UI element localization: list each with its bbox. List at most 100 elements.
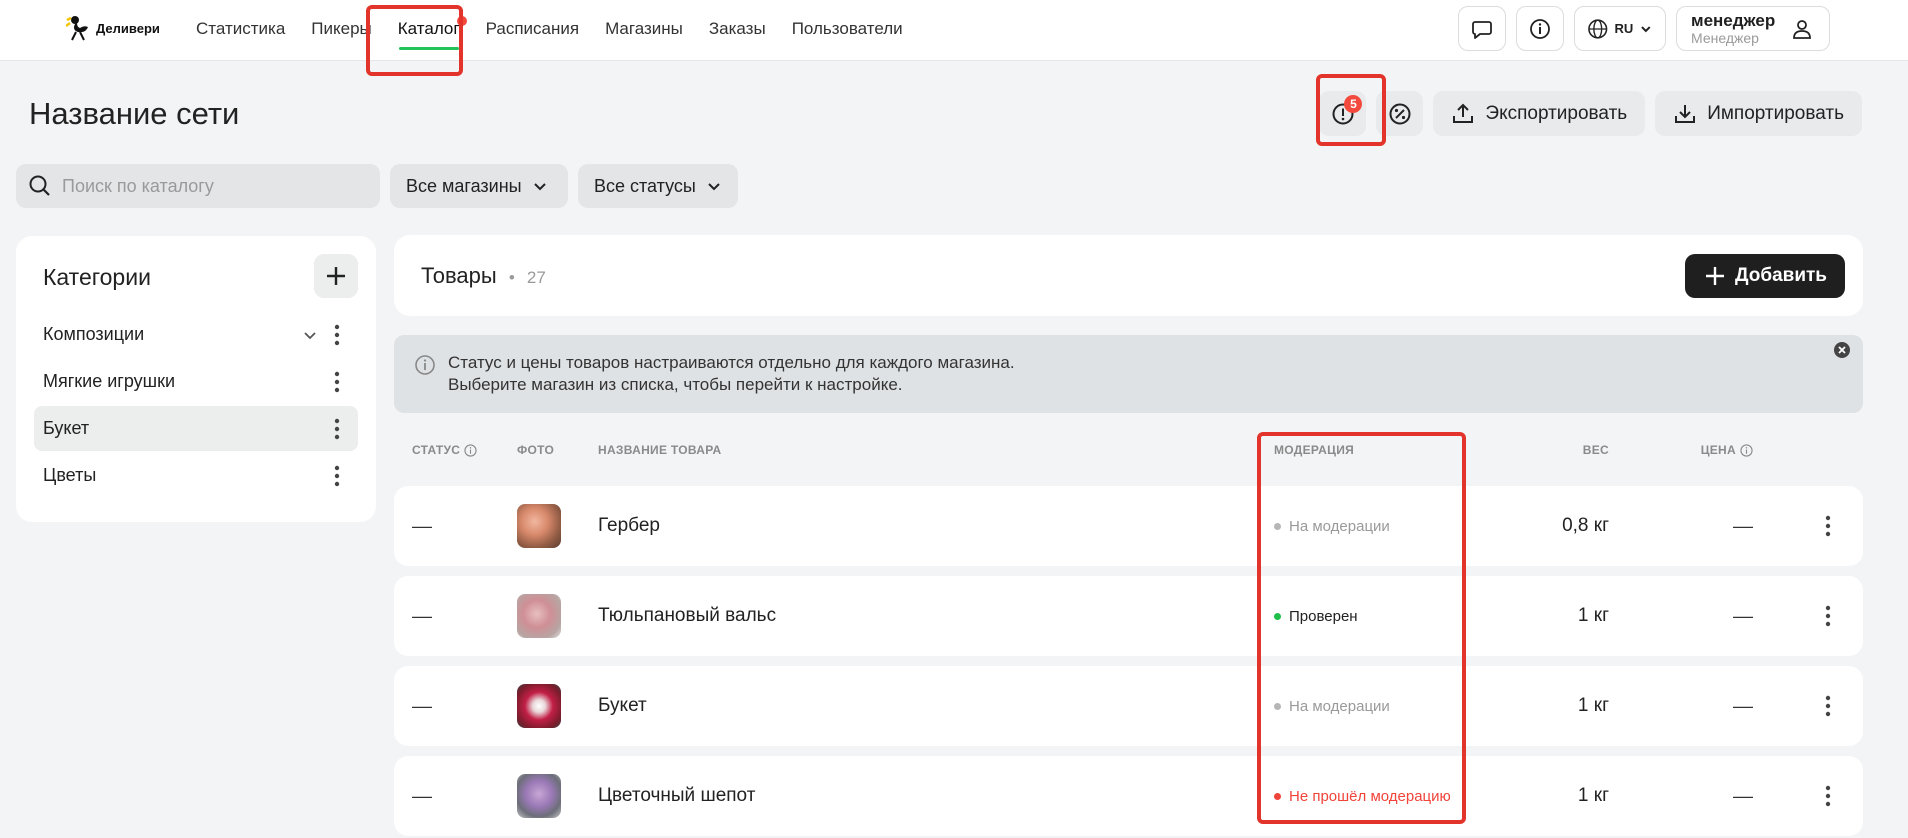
info-button[interactable] — [1516, 6, 1564, 51]
nav-item-schedules[interactable]: Расписания — [473, 0, 592, 60]
table-row[interactable]: –– Тюльпановый вальс Проверен 1 кг –– — [394, 576, 1863, 656]
row-price: –– — [1732, 695, 1753, 716]
moderation-label: Не прошёл модерацию — [1289, 787, 1451, 805]
nav-item-pickers[interactable]: Пикеры — [298, 0, 384, 60]
row-photo — [517, 576, 561, 656]
more-vertical-icon[interactable] — [334, 418, 340, 440]
table-row[interactable]: –– Гербер На модерации 0,8 кг –– — [394, 486, 1863, 566]
table-row[interactable]: –– Букет На модерации 1 кг –– — [394, 666, 1863, 746]
user-icon — [1793, 19, 1812, 39]
import-button[interactable]: Импортировать — [1655, 91, 1862, 136]
add-category-button[interactable] — [314, 254, 358, 298]
categories-title: Категории — [43, 264, 151, 290]
row-name: Цветочный шепот — [598, 785, 756, 806]
row-price: –– — [1732, 515, 1753, 536]
moderation-dot — [1274, 792, 1281, 800]
category-item[interactable]: Цветы — [34, 453, 358, 498]
chevron-down-icon — [708, 183, 720, 191]
chevron-down-icon — [1641, 25, 1651, 32]
status-filter-label: Все статусы — [594, 175, 696, 196]
row-status: –– — [412, 605, 433, 626]
row-moderation: На модерации — [1274, 666, 1390, 746]
user-role: Менеджер — [1691, 29, 1759, 46]
row-actions[interactable] — [1825, 486, 1831, 566]
add-product-label: Добавить — [1734, 265, 1827, 286]
info-icon — [415, 355, 435, 375]
user-name: менеджер — [1691, 10, 1776, 30]
column-photo: ФОТО — [517, 443, 555, 457]
row-weight: 0,8 кг — [1562, 515, 1609, 536]
chevron-down-icon[interactable] — [302, 327, 318, 343]
row-status: –– — [412, 515, 433, 536]
row-photo — [517, 666, 561, 746]
language-select[interactable]: RU — [1574, 6, 1666, 51]
close-icon[interactable] — [1833, 341, 1851, 359]
more-vertical-icon[interactable] — [334, 324, 340, 346]
discount-button[interactable] — [1376, 91, 1424, 136]
chat-button[interactable] — [1458, 6, 1506, 51]
row-moderation: На модерации — [1274, 486, 1390, 566]
nav-item-orders[interactable]: Заказы — [696, 0, 779, 60]
product-thumbnail — [517, 594, 561, 638]
top-bar: Деливери Статистика Пикеры Каталог Распи… — [0, 0, 1908, 61]
row-weight: 1 кг — [1577, 605, 1609, 626]
category-item-selected[interactable]: Букет — [34, 406, 358, 451]
nav-item-users[interactable]: Пользователи — [779, 0, 916, 60]
categories-panel: Категории Композиции Мягкие игрушки Буке… — [16, 236, 376, 522]
globe-icon — [1588, 18, 1608, 39]
row-actions[interactable] — [1825, 756, 1831, 836]
more-vertical-icon[interactable] — [334, 371, 340, 393]
category-item[interactable]: Мягкие игрушки — [34, 359, 358, 404]
info-line-1: Статус и цены товаров настраиваются отде… — [448, 353, 1015, 372]
search-input[interactable] — [62, 175, 362, 197]
stores-filter[interactable]: Все магазины — [390, 164, 568, 208]
catalog-search[interactable] — [16, 164, 380, 208]
category-label: Цветы — [43, 465, 97, 485]
category-item[interactable]: Композиции — [34, 312, 358, 357]
row-actions[interactable] — [1825, 666, 1831, 746]
header-controls: RU менеджер Менеджер — [1458, 6, 1830, 51]
plus-icon — [327, 267, 345, 285]
status-filter[interactable]: Все статусы — [578, 164, 738, 208]
download-icon — [1675, 104, 1696, 123]
row-name: Гербер — [598, 515, 660, 536]
alerts-button[interactable]: 5 — [1319, 91, 1367, 136]
row-moderation: Проверен — [1274, 576, 1358, 656]
plus-icon — [1705, 267, 1724, 285]
chevron-down-icon — [533, 183, 546, 191]
info-icon — [1530, 18, 1550, 39]
export-button[interactable]: Экспортировать — [1433, 91, 1646, 136]
brand-name: Деливери — [96, 20, 160, 36]
row-price: –– — [1732, 785, 1753, 806]
more-vertical-icon[interactable] — [334, 465, 340, 487]
user-menu[interactable]: менеджер Менеджер — [1676, 6, 1830, 51]
add-product-button[interactable]: Добавить — [1684, 254, 1845, 298]
category-list: Композиции Мягкие игрушки Букет Цветы — [34, 312, 358, 500]
more-vertical-icon — [1825, 605, 1831, 627]
nav-item-stores[interactable]: Магазины — [592, 0, 696, 60]
stores-filter-label: Все магазины — [406, 175, 522, 196]
info-icon[interactable] — [464, 443, 477, 457]
column-status-label: СТАТУС — [412, 443, 461, 457]
ostrich-logo-icon — [66, 16, 88, 41]
row-status: –– — [412, 695, 433, 716]
info-text: Статус и цены товаров настраиваются отде… — [448, 352, 1015, 396]
info-icon[interactable] — [1740, 443, 1753, 457]
column-status: СТАТУС — [412, 443, 477, 457]
nav-item-catalog[interactable]: Каталог — [385, 0, 473, 60]
category-label: Композиции — [43, 324, 145, 344]
chat-bubble-icon — [1472, 20, 1492, 39]
goods-title: Товары • 27 — [421, 263, 546, 289]
nav-item-statistics[interactable]: Статистика — [183, 0, 298, 60]
row-weight: 1 кг — [1577, 695, 1609, 716]
table-row[interactable]: –– Цветочный шепот Не прошёл модерацию 1… — [394, 756, 1863, 836]
goods-title-label: Товары — [421, 263, 497, 288]
moderation-label: На модерации — [1289, 697, 1390, 715]
row-moderation: Не прошёл модерацию — [1274, 756, 1451, 836]
row-actions[interactable] — [1825, 576, 1831, 656]
upload-icon — [1453, 103, 1474, 123]
brand-logo[interactable]: Деливери — [66, 14, 160, 42]
column-name: НАЗВАНИЕ ТОВАРА — [598, 443, 722, 457]
moderation-label: На модерации — [1289, 517, 1390, 535]
moderation-dot — [1274, 702, 1281, 710]
